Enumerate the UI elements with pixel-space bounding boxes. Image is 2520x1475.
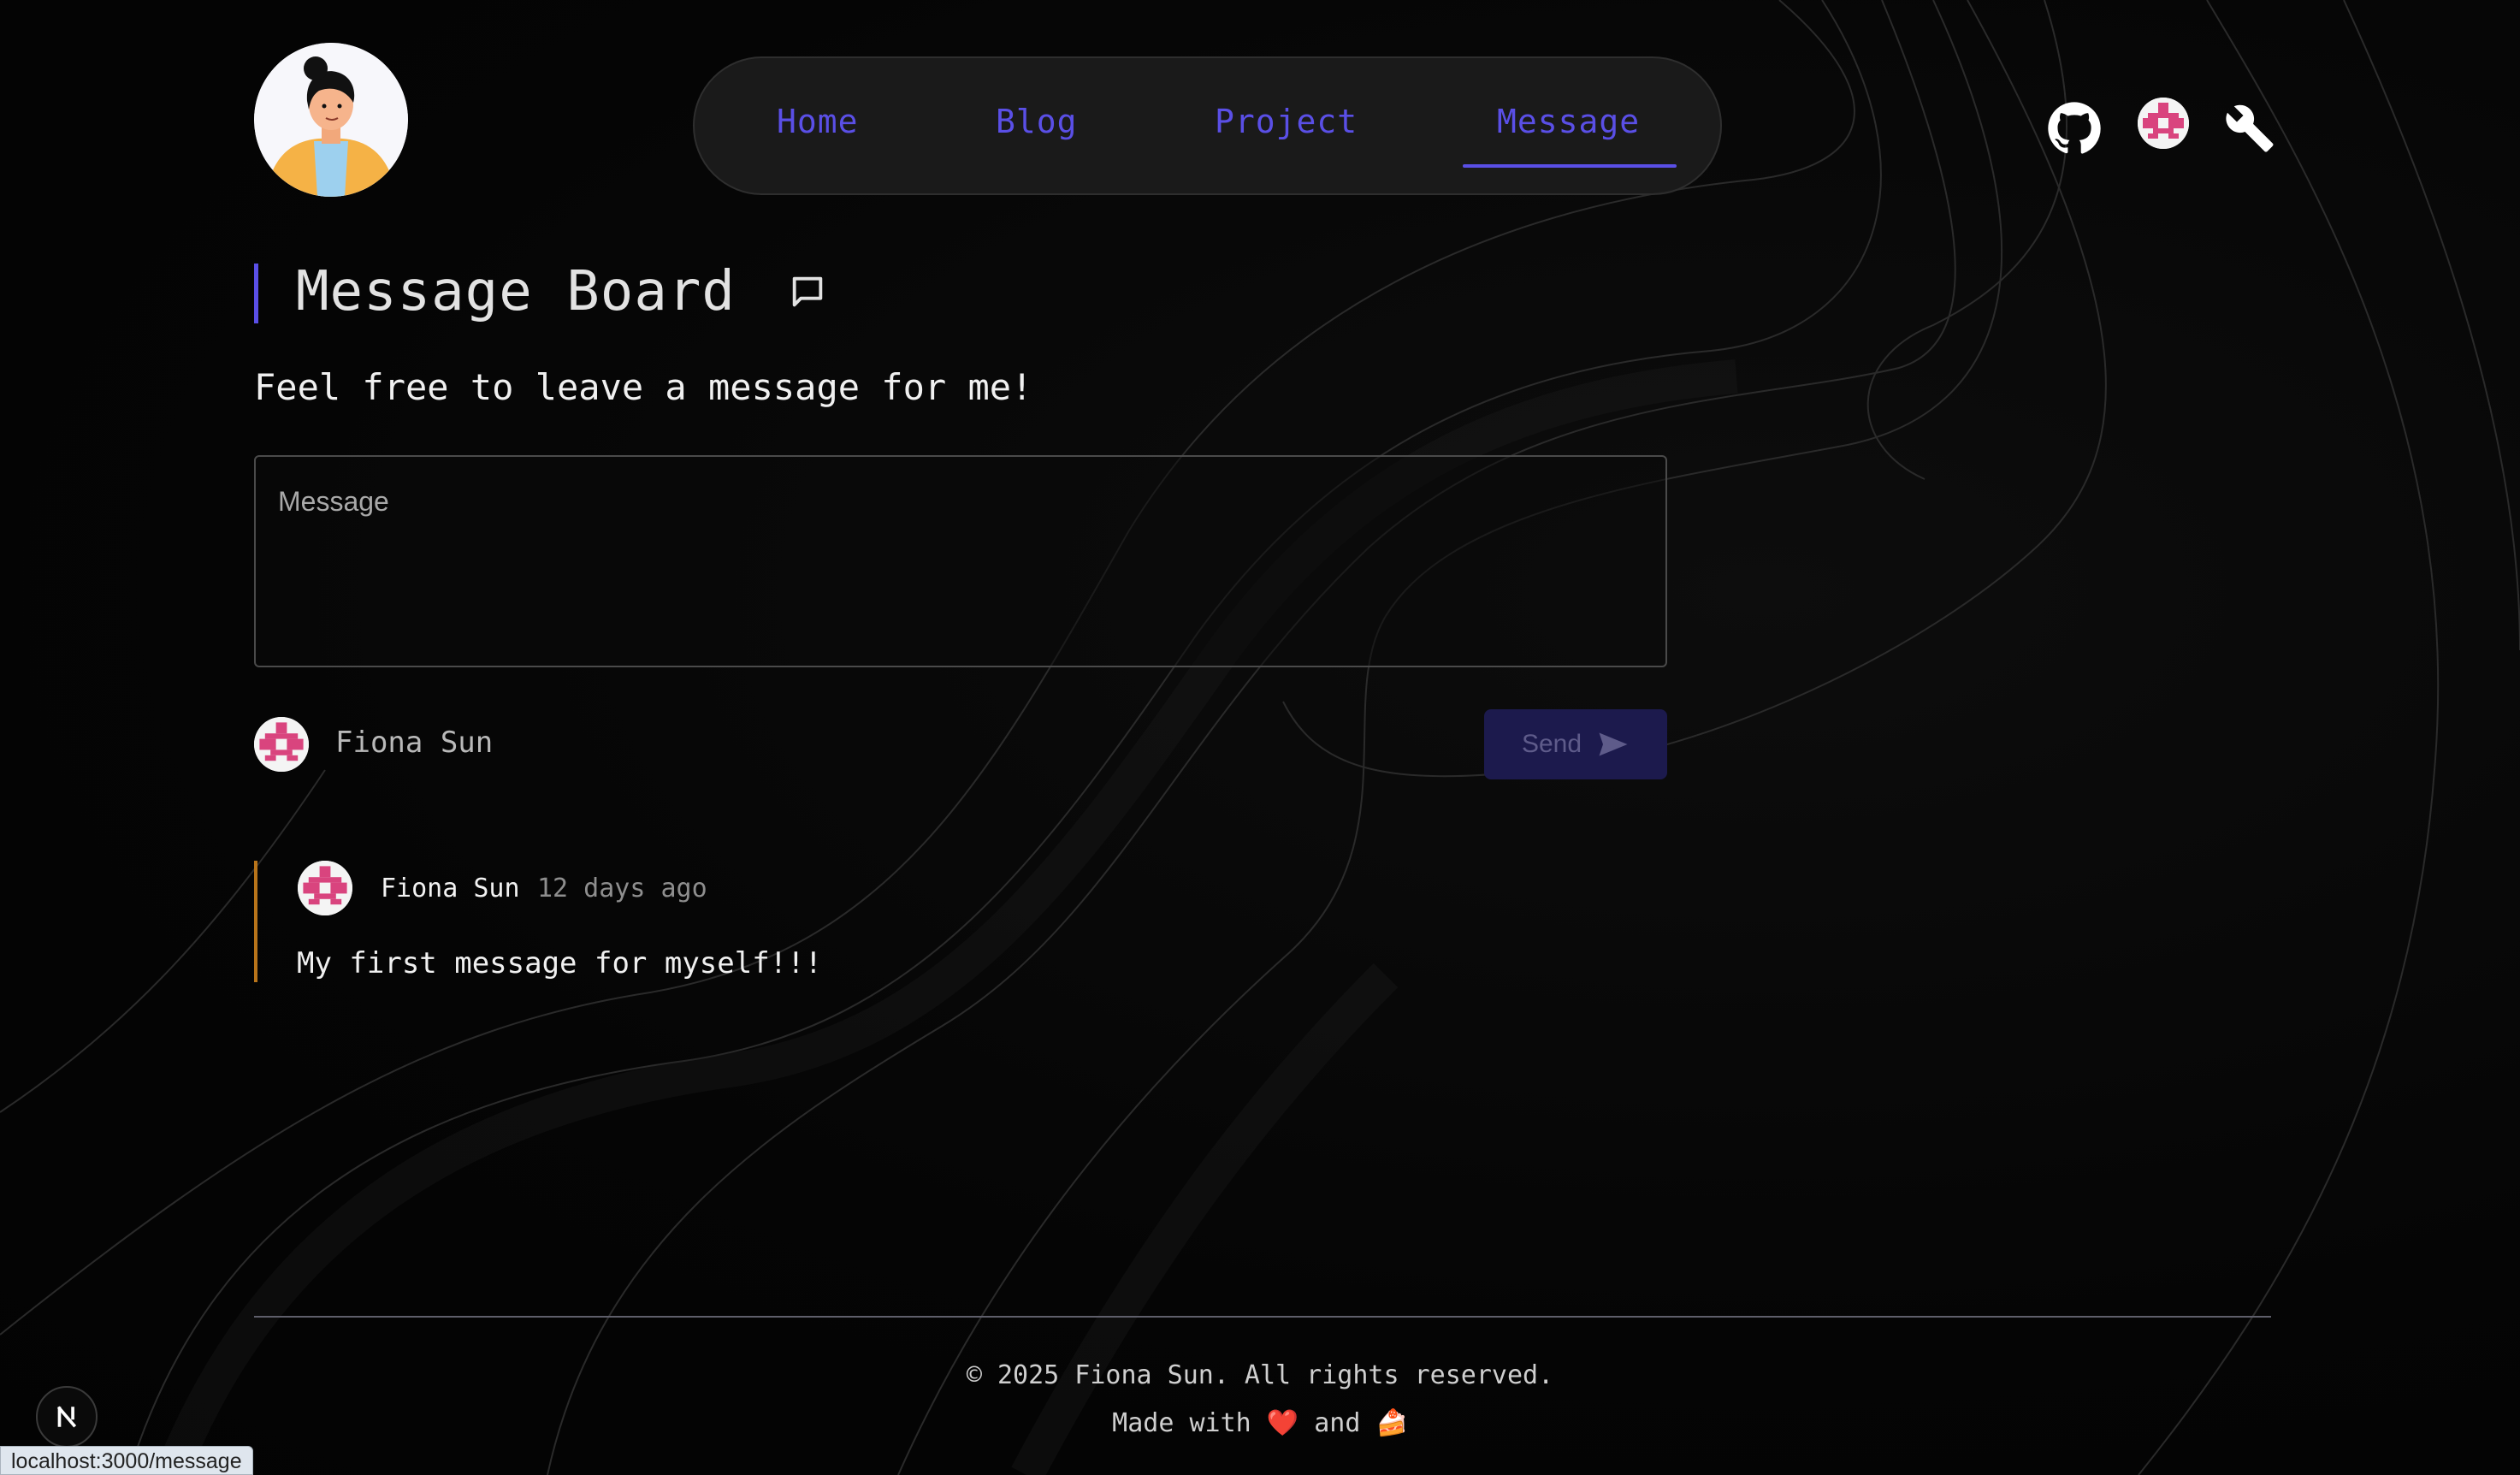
nav-blog[interactable]: Blog: [996, 103, 1078, 140]
user-avatar-icon[interactable]: [2138, 98, 2189, 149]
nav-message[interactable]: Message: [1497, 103, 1640, 140]
composer-user-name: Fiona Sun: [335, 726, 494, 760]
footer-made-with: Made with ❤️ and 🍰: [0, 1408, 2520, 1438]
message-author-avatar: [298, 861, 352, 915]
main-nav: Home Blog Project Message: [693, 56, 1722, 195]
page-title-text: Message Board: [296, 260, 736, 323]
message-text: My first message for myself!!!: [297, 946, 823, 980]
nav-project[interactable]: Project: [1215, 103, 1358, 140]
message-timestamp: 12 days ago: [537, 874, 707, 903]
message-input[interactable]: [256, 457, 1665, 666]
message-accent-bar: [254, 861, 257, 982]
page-subtitle: Feel free to leave a message for me!: [254, 366, 1033, 408]
page: Home Blog Project Message Message Board: [0, 0, 2520, 1475]
nav-active-indicator: [1463, 164, 1677, 168]
send-button-label: Send: [1521, 730, 1582, 758]
nextjs-dev-badge[interactable]: [36, 1386, 98, 1448]
profile-avatar[interactable]: [254, 43, 408, 197]
chat-bubble-icon: [793, 276, 823, 307]
footer-copyright: © 2025 Fiona Sun. All rights reserved.: [966, 1360, 1554, 1390]
heart-icon: ❤️: [1266, 1408, 1299, 1438]
wrench-icon[interactable]: [2224, 103, 2275, 154]
nextjs-logo-icon: [56, 1406, 77, 1428]
footer-divider: [254, 1316, 2271, 1318]
made-with-and: and: [1314, 1408, 1361, 1438]
message-field[interactable]: [254, 455, 1667, 667]
title-accent-bar: [254, 264, 258, 323]
github-icon[interactable]: [2047, 101, 2102, 156]
page-title: Message Board: [296, 260, 827, 323]
send-button[interactable]: Send: [1484, 709, 1667, 779]
cartoon-avatar-icon: [254, 43, 408, 197]
composer-avatar: [254, 717, 309, 772]
nav-home[interactable]: Home: [777, 103, 859, 140]
message-author: Fiona Sun: [381, 874, 520, 903]
status-bar-url: localhost:3000/message: [0, 1446, 253, 1475]
send-icon: [1599, 732, 1628, 756]
made-with-prefix: Made with: [1112, 1408, 1251, 1438]
cake-icon: 🍰: [1375, 1408, 1408, 1438]
